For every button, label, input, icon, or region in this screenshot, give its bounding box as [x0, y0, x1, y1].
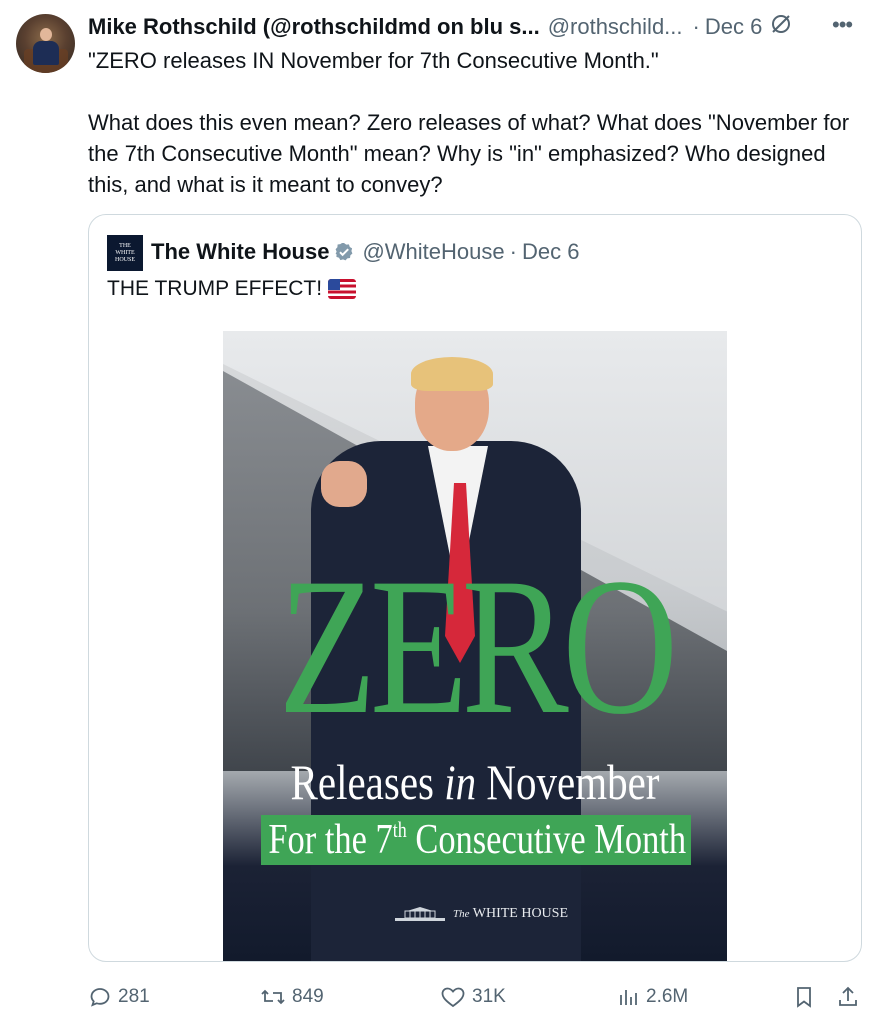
- quote-media-image[interactable]: ZERO Releases in November For the 7th Co…: [223, 331, 727, 961]
- person-fist: [321, 461, 367, 507]
- share-icon: [839, 986, 857, 1006]
- separator-dot: ·: [509, 239, 517, 264]
- like-count: 31K: [472, 986, 506, 1007]
- author-handle[interactable]: @rothschild...: [548, 14, 683, 40]
- repost-icon: [261, 989, 285, 1005]
- bookmark-button[interactable]: [792, 980, 822, 1014]
- tweet-date[interactable]: Dec 6: [705, 14, 762, 40]
- repost-button[interactable]: 849: [260, 980, 324, 1014]
- avatar-text-white: WHITE: [115, 249, 135, 256]
- views-button[interactable]: 2.6M: [616, 980, 688, 1014]
- avatar-head: [40, 28, 52, 41]
- quote-author-handle[interactable]: @WhiteHouse: [362, 239, 504, 265]
- quote-author-avatar[interactable]: THE WHITE HOUSE: [107, 235, 143, 271]
- brand-name: WHITE HOUSE: [472, 906, 569, 921]
- poster-headline: ZERO: [278, 538, 678, 755]
- no-symbol-icon: [770, 13, 792, 41]
- white-house-building-icon: [395, 906, 445, 922]
- heart-icon: [441, 987, 465, 1008]
- banner-sup: th: [392, 817, 407, 842]
- subline-emphasis: in: [444, 754, 477, 810]
- brand-the: The: [453, 908, 470, 920]
- subline-post: November: [476, 754, 660, 810]
- banner-post: Consecutive Month: [406, 817, 687, 863]
- quote-text-content: THE TRUMP EFFECT!: [107, 277, 323, 300]
- bookmark-icon: [797, 987, 811, 1008]
- quote-date[interactable]: Dec 6: [522, 239, 579, 265]
- quote-author-name[interactable]: The White House: [151, 239, 329, 265]
- tweet-text: "ZERO releases IN November for 7th Conse…: [88, 45, 858, 200]
- reply-button[interactable]: 281: [88, 980, 150, 1014]
- views-count: 2.6M: [646, 986, 689, 1007]
- verified-badge-icon: [334, 242, 354, 262]
- author-avatar[interactable]: [16, 14, 75, 73]
- white-house-brand-text: The WHITE HOUSE: [453, 906, 568, 922]
- tweet-action-bar: 281 849 31K 2.6M: [0, 980, 880, 1014]
- tweet-text-para2: What does this even mean? Zero releases …: [88, 110, 850, 197]
- us-flag-icon: [328, 279, 357, 299]
- quote-tweet-card[interactable]: THE WHITE HOUSE The White House @WhiteHo…: [88, 214, 862, 962]
- more-options-icon[interactable]: •••: [832, 12, 853, 38]
- tweet-text-line1: "ZERO releases IN November for 7th Conse…: [88, 48, 659, 73]
- quote-text: THE TRUMP EFFECT!: [107, 277, 357, 301]
- avatar-text-the: THE: [119, 242, 131, 249]
- avatar-text-house: HOUSE: [114, 256, 135, 263]
- avatar-body: [33, 41, 59, 65]
- poster-banner-text: For the 7th Consecutive Month: [268, 815, 686, 865]
- like-button[interactable]: 31K: [440, 980, 506, 1014]
- share-button[interactable]: [836, 980, 866, 1014]
- person-hair: [411, 357, 493, 391]
- banner-pre: For the 7: [268, 817, 393, 863]
- subline-pre: Releases: [290, 754, 445, 810]
- author-name[interactable]: Mike Rothschild (@rothschildmd on blu s.…: [88, 14, 540, 40]
- reply-icon: [90, 988, 110, 1007]
- white-house-brand: The WHITE HOUSE: [395, 903, 568, 925]
- reply-count: 281: [118, 986, 150, 1007]
- separator-dot: ·: [692, 14, 700, 39]
- quote-header: The White House @WhiteHouse · Dec 6: [151, 237, 579, 267]
- views-chart-icon: [620, 990, 637, 1005]
- poster-subline: Releases in November: [268, 753, 681, 811]
- tweet-header: Mike Rothschild (@rothschildmd on blu s.…: [88, 12, 792, 42]
- repost-count: 849: [292, 986, 324, 1007]
